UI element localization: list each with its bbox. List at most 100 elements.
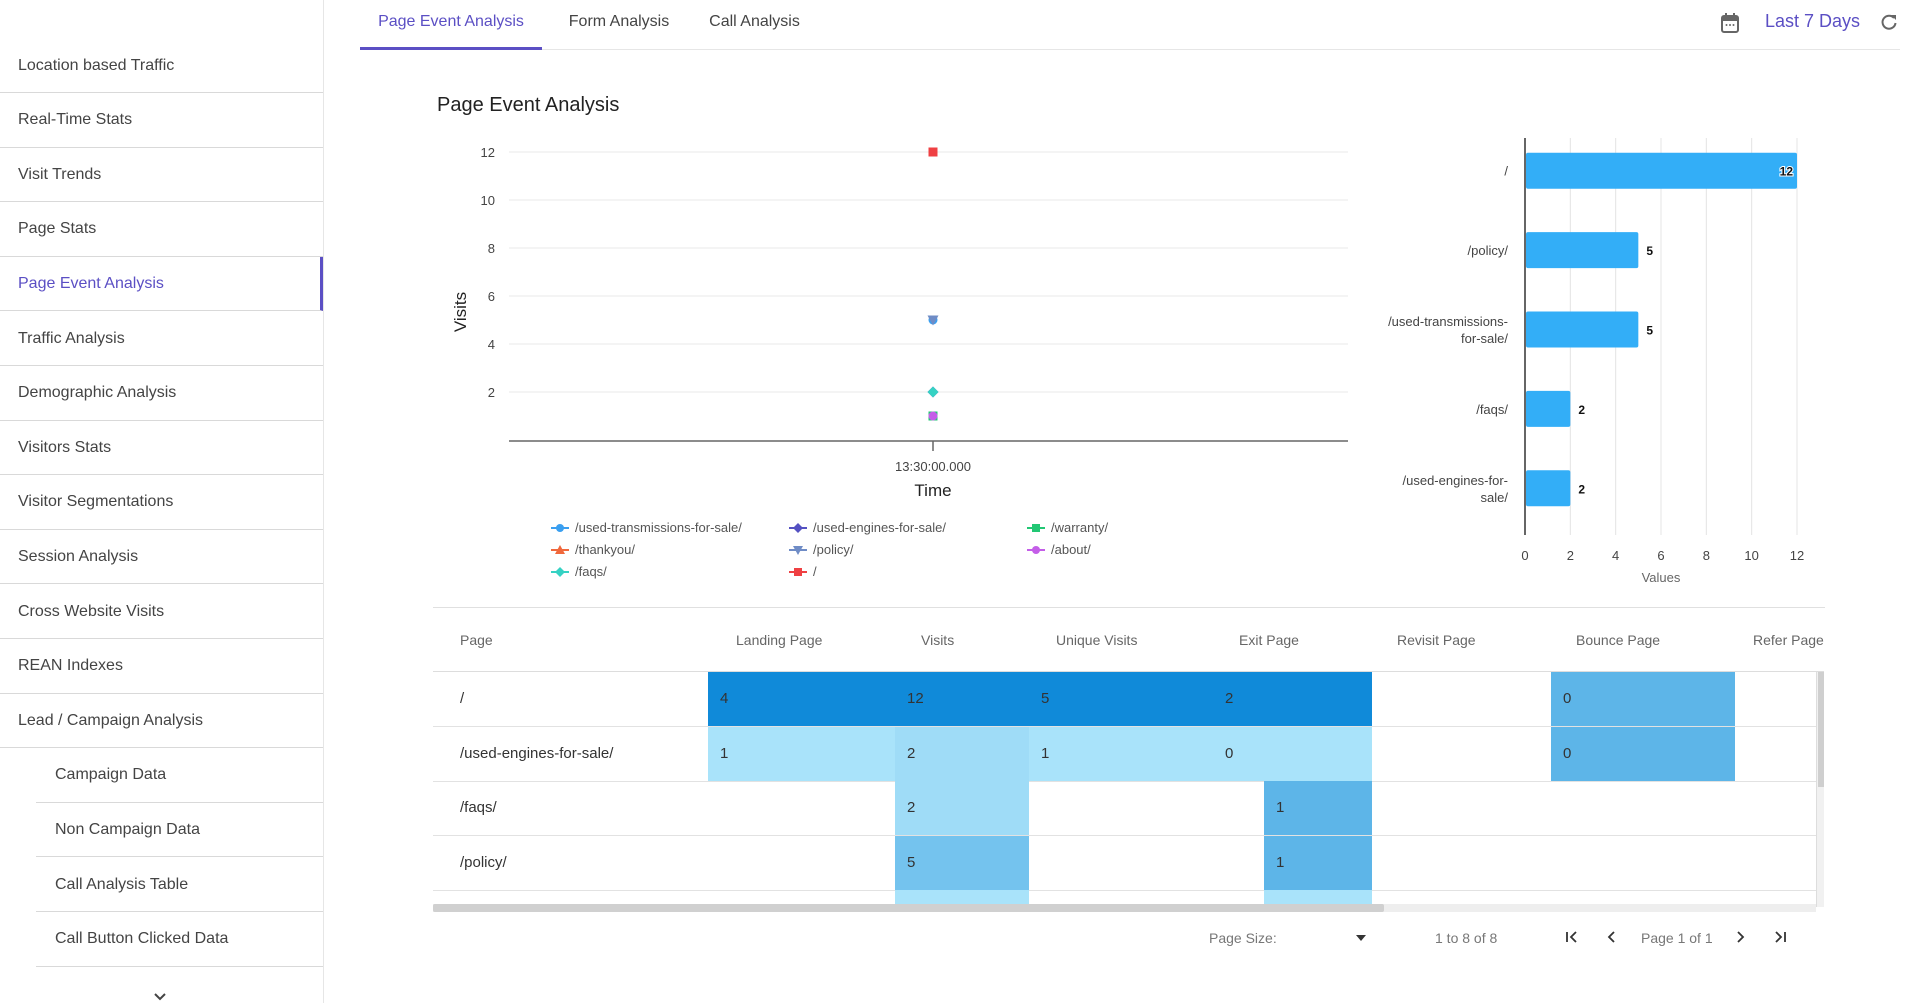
sidebar-item-cross-website-visits[interactable]: Cross Website Visits: [0, 585, 323, 639]
bar-used-engines-for-sale[interactable]: [1526, 470, 1571, 507]
column-header-unique-visits[interactable]: Unique Visits: [1056, 608, 1137, 672]
x-axis-title: Time: [914, 481, 951, 500]
chart-card-title: Page Event Analysis: [437, 94, 620, 116]
first-page-icon[interactable]: [1563, 928, 1581, 946]
cell-bounce-page: 0: [1551, 726, 1735, 781]
bar-data-label: 2: [1578, 403, 1585, 417]
table-row[interactable]: /faqs/2 1: [433, 781, 1816, 836]
date-range-selector[interactable]: Last 7 Days: [1765, 11, 1860, 32]
sidebar-item-real-time-stats[interactable]: Real-Time Stats: [0, 94, 323, 148]
sidebar-item-location-based-traffic[interactable]: Location based Traffic: [0, 39, 323, 93]
legend-marker: [1032, 545, 1040, 554]
sidebar-item-visitors-stats[interactable]: Visitors Stats: [0, 421, 323, 476]
table-row[interactable]: /used-engines-for-sale/1 2 1 0 0: [433, 726, 1816, 782]
scrollbar-thumb[interactable]: [433, 904, 1384, 912]
sidebar-item-label: Traffic Analysis: [18, 329, 125, 347]
legend-item-policy[interactable]: /policy/: [789, 542, 853, 557]
prev-page-icon[interactable]: [1603, 928, 1621, 946]
chevron-down-icon[interactable]: [150, 990, 170, 1003]
y-tick-label: 10: [481, 193, 495, 208]
sidebar: Location based Traffic Real-Time Stats Vis…: [0, 0, 324, 1003]
cell-bounce-page: [1551, 781, 1735, 835]
legend-label: /thankyou/: [575, 542, 635, 557]
sidebar-item-label: Session Analysis: [18, 547, 139, 565]
cell-landing-page: 4: [708, 672, 895, 726]
sidebar-item-label: Call Button Clicked Data: [55, 930, 229, 948]
tab-call-analysis[interactable]: Call Analysis: [692, 0, 817, 50]
legend-marker-icon: [1027, 523, 1045, 532]
sidebar-item-visitor-segmentations[interactable]: Visitor Segmentations: [0, 476, 323, 530]
legend-item-faqs[interactable]: /faqs/: [551, 564, 607, 579]
bar-used-transmissions-for-sale[interactable]: [1526, 311, 1639, 348]
calendar-icon[interactable]: [1721, 13, 1739, 33]
legend-marker-icon: [1027, 545, 1045, 554]
legend-item-used-engines-for-sale[interactable]: /used-engines-for-sale/: [789, 520, 946, 535]
cell-bounce-page: [1551, 836, 1735, 890]
sidebar-item-call-button-clicked-data[interactable]: Call Button Clicked Data: [36, 913, 323, 967]
refresh-icon[interactable]: [1880, 13, 1898, 31]
table-row[interactable]: /policy/5 1: [433, 835, 1816, 891]
legend-item-used-transmissions-for-sale[interactable]: /used-transmissions-for-sale/: [551, 520, 742, 535]
x-tick-label: 10: [1744, 548, 1758, 563]
sidebar-item-page-stats[interactable]: Page Stats: [0, 203, 323, 257]
column-header-landing-page[interactable]: Landing Page: [736, 608, 822, 672]
legend-marker-icon: [789, 545, 807, 555]
table-row[interactable]: / 4 12 5 2 0: [433, 672, 1816, 727]
legend-marker-icon: [789, 567, 807, 576]
y-tick-label: 4: [488, 337, 495, 352]
legend-label: /used-engines-for-sale/: [813, 520, 946, 535]
scrollbar-thumb[interactable]: [1818, 672, 1824, 787]
column-header-refer-page[interactable]: Refer Page: [1753, 608, 1824, 672]
cell-landing-page: [708, 781, 895, 835]
bar-policy[interactable]: [1526, 232, 1639, 269]
x-tick-label: 13:30:00.000: [895, 459, 971, 474]
legend-item-thankyou[interactable]: /thankyou/: [551, 542, 635, 557]
next-page-icon[interactable]: [1731, 928, 1749, 946]
sidebar-item-page-event-analysis[interactable]: Page Event Analysis: [0, 257, 323, 312]
sidebar-item-label: Call Analysis Table: [55, 875, 189, 893]
table-body: /4 12 5 2 0/used-engines-for-sale/1 2 1 0 0/faqs…: [433, 672, 1816, 907]
vertical-scrollbar[interactable]: [1816, 672, 1824, 907]
cell-exit-page: 1: [1264, 781, 1372, 835]
data-point-faqs[interactable]: [927, 386, 939, 398]
column-header-bounce-page[interactable]: Bounce Page: [1576, 608, 1660, 672]
legend-item-warranty[interactable]: /warranty/: [1027, 520, 1108, 535]
row-range: 1 to 8 of 8: [1435, 930, 1498, 946]
legend-item-root[interactable]: /: [789, 564, 817, 579]
cell-page: /: [460, 690, 465, 707]
last-page-icon[interactable]: [1771, 928, 1789, 946]
data-point-about[interactable]: [928, 411, 938, 421]
bar-data-label: 5: [1646, 244, 1653, 258]
sidebar-item-visit-trends[interactable]: Visit Trends: [0, 148, 323, 203]
column-header-exit-page[interactable]: Exit Page: [1239, 608, 1299, 672]
sidebar-item-lead-campaign-analysis[interactable]: Lead / Campaign Analysis: [0, 694, 323, 749]
cell-bounce-page: 0: [1551, 672, 1735, 726]
bar-root[interactable]: [1526, 152, 1797, 189]
sidebar-item-label: Lead / Campaign Analysis: [18, 711, 203, 729]
tab-page-event-analysis[interactable]: Page Event Analysis: [360, 0, 542, 50]
sidebar-item-session-analysis[interactable]: Session Analysis: [0, 530, 323, 585]
legend-item-about[interactable]: /about/: [1027, 542, 1091, 557]
tab-form-analysis[interactable]: Form Analysis: [548, 0, 690, 50]
bar-faqs[interactable]: [1526, 390, 1571, 427]
page-size-select[interactable]: [1300, 930, 1366, 950]
sidebar-item-non-campaign-data[interactable]: Non Campaign Data: [36, 803, 323, 858]
x-axis-title: Values: [1642, 570, 1681, 585]
cell-revisit-page: [1372, 836, 1551, 890]
y-tick-label: 2: [488, 385, 495, 400]
cell-visits: 2: [895, 781, 1029, 835]
page-size-label: Page Size:: [1209, 930, 1277, 946]
column-header-revisit-page[interactable]: Revisit Page: [1397, 608, 1476, 672]
sidebar-item-rean-indexes[interactable]: REAN Indexes: [0, 640, 323, 694]
x-tick-label: 4: [1612, 548, 1619, 563]
sidebar-item-call-analysis-table[interactable]: Call Analysis Table: [36, 858, 323, 912]
cell-landing-page: 1: [708, 726, 895, 781]
legend-label: /about/: [1051, 542, 1091, 557]
data-point-root[interactable]: [928, 147, 938, 157]
sidebar-item-demographic-analysis[interactable]: Demographic Analysis: [0, 367, 323, 421]
horizontal-scrollbar[interactable]: [433, 904, 1816, 912]
column-header-page[interactable]: Page: [460, 608, 493, 672]
sidebar-item-campaign-data[interactable]: Campaign Data: [36, 749, 323, 803]
sidebar-item-traffic-analysis[interactable]: Traffic Analysis: [0, 312, 323, 366]
column-header-visits[interactable]: Visits: [921, 608, 954, 672]
